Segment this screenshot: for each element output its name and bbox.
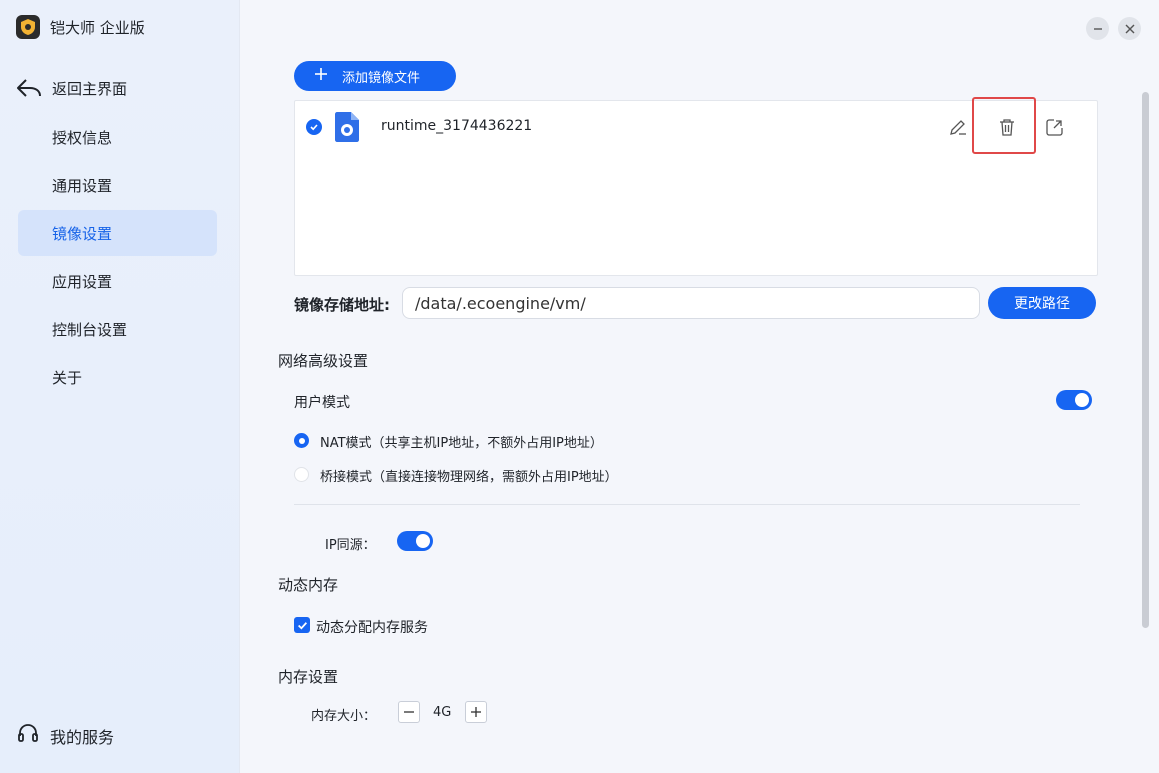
export-button[interactable] xyxy=(1044,116,1066,138)
memory-decrease-button[interactable] xyxy=(398,701,420,723)
close-icon xyxy=(1125,24,1134,33)
app-title: 铠大师 企业版 xyxy=(50,18,145,37)
network-settings-title: 网络高级设置 xyxy=(278,352,369,370)
dynamic-memory-checkbox[interactable] xyxy=(294,617,310,633)
add-image-button[interactable]: 添加镜像文件 xyxy=(294,61,456,91)
plus-icon xyxy=(314,67,328,85)
nat-mode-radio[interactable] xyxy=(294,433,309,448)
add-image-label: 添加镜像文件 xyxy=(342,70,421,86)
bridge-mode-label: 桥接模式（直接连接物理网络，需额外占用IP地址） xyxy=(320,470,618,485)
memory-size-label: 内存大小： xyxy=(311,709,377,724)
memory-size-value: 4G xyxy=(433,705,452,720)
close-button[interactable] xyxy=(1118,17,1141,40)
user-mode-toggle[interactable] xyxy=(1056,390,1092,410)
sidebar-item-license[interactable]: 授权信息 xyxy=(18,114,217,160)
nat-mode-label: NAT模式（共享主机IP地址，不额外占用IP地址） xyxy=(320,436,603,451)
dynamic-memory-title: 动态内存 xyxy=(278,576,339,594)
user-mode-label: 用户模式 xyxy=(294,395,350,411)
scrollbar[interactable] xyxy=(1142,92,1149,628)
shield-logo-icon xyxy=(16,15,40,39)
change-path-button[interactable]: 更改路径 xyxy=(988,287,1096,319)
storage-path-label: 镜像存储地址: xyxy=(294,296,391,314)
my-service-button[interactable]: 我的服务 xyxy=(16,722,114,750)
export-icon xyxy=(1046,119,1063,136)
memory-settings-title: 内存设置 xyxy=(278,668,339,686)
bridge-mode-radio[interactable] xyxy=(294,467,309,482)
image-file-list: runtime_3174436221 xyxy=(294,97,1098,276)
minimize-button[interactable] xyxy=(1086,17,1109,40)
back-label: 返回主界面 xyxy=(52,79,128,98)
sidebar: 铠大师 企业版 返回主界面 授权信息 通用设置 镜像设置 应用设置 控制台设置 … xyxy=(0,0,240,773)
sidebar-item-general[interactable]: 通用设置 xyxy=(18,162,217,208)
memory-increase-button[interactable] xyxy=(465,701,487,723)
image-file-icon xyxy=(335,112,359,146)
edit-icon xyxy=(950,120,966,135)
selected-check-icon[interactable] xyxy=(306,119,322,135)
delete-button[interactable] xyxy=(996,116,1018,138)
sidebar-nav: 授权信息 通用设置 镜像设置 应用设置 控制台设置 关于 xyxy=(18,114,217,402)
sidebar-item-app[interactable]: 应用设置 xyxy=(18,258,217,304)
ip-same-source-toggle[interactable] xyxy=(397,531,433,551)
main-panel: 添加镜像文件 runtime_3174436221 镜像存储地址: 更改路径 网… xyxy=(241,0,1159,773)
brand: 铠大师 企业版 xyxy=(16,15,145,39)
sidebar-item-image[interactable]: 镜像设置 xyxy=(18,210,217,256)
plus-icon xyxy=(471,707,481,717)
my-service-label: 我的服务 xyxy=(50,728,115,747)
back-to-main-button[interactable]: 返回主界面 xyxy=(16,76,127,100)
back-arrow-icon xyxy=(16,76,42,100)
list-item[interactable]: runtime_3174436221 xyxy=(295,97,1097,154)
edit-button[interactable] xyxy=(947,116,969,138)
minus-icon xyxy=(404,711,414,713)
sidebar-item-console[interactable]: 控制台设置 xyxy=(18,306,217,352)
checkmark-icon xyxy=(297,621,307,630)
trash-icon xyxy=(1000,119,1014,136)
image-file-name: runtime_3174436221 xyxy=(381,118,533,134)
minimize-icon xyxy=(1093,27,1102,30)
dynamic-memory-label: 动态分配内存服务 xyxy=(316,620,428,636)
storage-path-input[interactable] xyxy=(402,287,980,319)
divider xyxy=(294,504,1080,505)
sidebar-item-about[interactable]: 关于 xyxy=(18,354,217,400)
headset-icon xyxy=(16,722,40,750)
ip-same-source-label: IP同源： xyxy=(325,538,376,553)
